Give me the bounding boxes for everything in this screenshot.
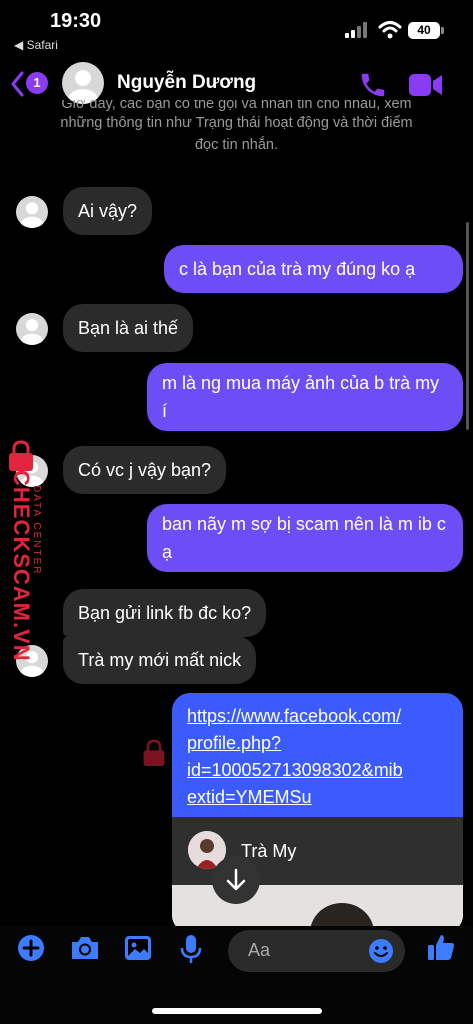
watermark-subtitle: DATA CENTER	[31, 485, 42, 576]
watermark-lock-icon	[143, 739, 165, 766]
message-input[interactable]: Aa	[228, 930, 405, 972]
status-time: 19:30	[50, 10, 102, 32]
back-to-safari-link[interactable]: ◀ Safari	[14, 38, 58, 52]
notice-line-1: Giờ đây, các bạn có thể gọi và nhắn tin …	[61, 100, 412, 112]
default-avatar-icon	[20, 319, 44, 345]
video-call-icon[interactable]	[408, 72, 444, 98]
plus-circle-icon[interactable]	[17, 934, 45, 962]
scroll-to-bottom-button[interactable]	[212, 856, 260, 904]
conversation-notice: Giờ đây, các bạn có thể gọi và nhắn tin …	[40, 100, 433, 156]
watermark-lock-icon	[9, 440, 33, 471]
default-avatar-icon	[68, 70, 98, 104]
home-indicator	[152, 1008, 322, 1014]
default-avatar-icon	[20, 202, 44, 228]
link-url-line[interactable]: extid=YMEMSu	[187, 787, 312, 807]
emoji-icon[interactable]	[368, 938, 394, 964]
incoming-message[interactable]: Bạn gửi link fb đc ko?	[63, 589, 267, 637]
wifi-icon	[378, 21, 402, 39]
incoming-message[interactable]: Trà my mới mất nick	[63, 636, 257, 684]
unread-count-badge[interactable]: 1	[26, 72, 48, 94]
status-bar: 19:30 ◀ Safari 40	[0, 0, 473, 56]
outgoing-message[interactable]: ban nãy m sợ bị scam nên là m ib c ạ	[147, 504, 463, 572]
link-url-line[interactable]: id=100052713098302&mib	[187, 760, 403, 780]
incoming-message[interactable]: Ai vậy?	[63, 187, 153, 235]
notice-line-3: đọc tin nhắn.	[194, 137, 279, 153]
message-input-placeholder: Aa	[248, 940, 271, 960]
link-url-line[interactable]: https://www.facebook.com/	[187, 706, 401, 726]
contact-avatar[interactable]	[62, 62, 104, 104]
notice-line-2: những thông tin như Trạng thái hoạt động…	[60, 115, 413, 131]
microphone-icon[interactable]	[180, 934, 202, 964]
link-url[interactable]: https://www.facebook.com/ profile.php? i…	[172, 693, 463, 817]
link-url-line[interactable]: profile.php?	[187, 733, 281, 753]
outgoing-message[interactable]: m là ng mua máy ảnh của b trà my í	[147, 363, 463, 431]
contact-name[interactable]: Nguyễn Dương	[117, 72, 256, 94]
sender-avatar[interactable]	[16, 196, 48, 228]
incoming-message[interactable]: Bạn là ai thế	[63, 304, 194, 352]
outgoing-message[interactable]: c là bạn của trà my đúng ko ạ	[164, 245, 463, 293]
thumbs-up-icon[interactable]	[426, 932, 456, 962]
arrow-down-icon	[226, 868, 246, 891]
phone-call-icon[interactable]	[358, 70, 388, 100]
scroll-indicator	[466, 222, 469, 430]
cellular-signal-icon	[345, 22, 367, 38]
battery-tip	[441, 27, 444, 34]
incoming-message[interactable]: Có vc j vậy bạn?	[63, 446, 227, 494]
camera-icon[interactable]	[69, 934, 101, 962]
gallery-icon[interactable]	[123, 934, 153, 962]
battery-indicator: 40	[408, 22, 440, 39]
sender-avatar[interactable]	[16, 313, 48, 345]
